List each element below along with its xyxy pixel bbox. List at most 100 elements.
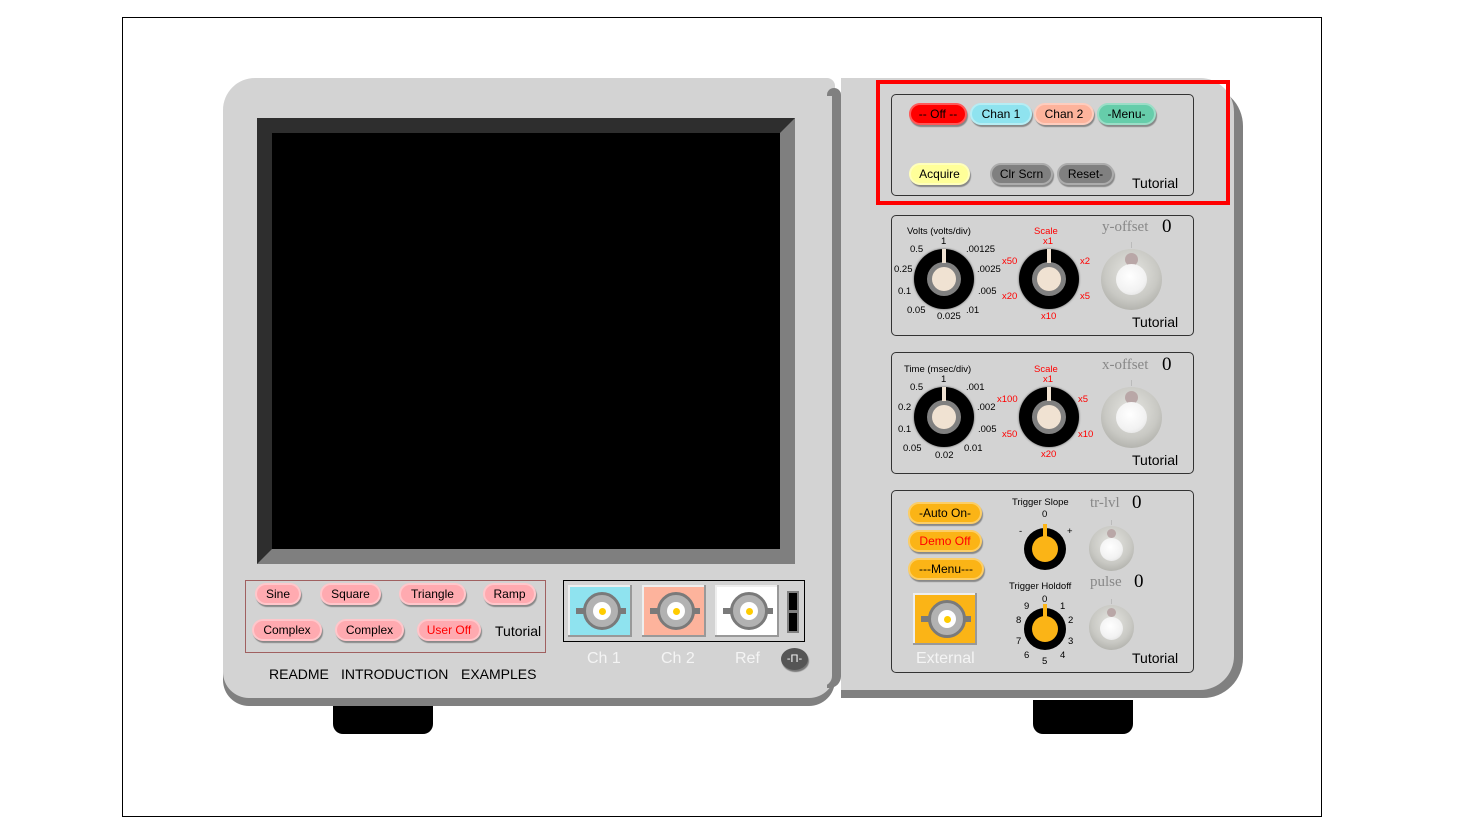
chassis-divider-inner: [822, 96, 832, 686]
time-label: .002: [977, 402, 996, 413]
menu-button[interactable]: -Menu-: [1097, 103, 1156, 125]
auto-button[interactable]: -Auto On-: [908, 502, 982, 524]
ch2-label: Ch 2: [661, 650, 695, 667]
holdoff-label: 2: [1068, 615, 1074, 626]
trigger-tutorial-link[interactable]: Tutorial: [1132, 650, 1178, 666]
time-scale-dial[interactable]: [1019, 387, 1079, 447]
holdoff-label: 3: [1068, 636, 1074, 647]
time-dial[interactable]: [914, 387, 974, 447]
volts-label: 0.025: [937, 311, 961, 322]
volts-scale-dial[interactable]: [1019, 249, 1079, 309]
pulse-output-button[interactable]: -Π-: [781, 648, 808, 670]
clear-screen-button[interactable]: Clr Scrn: [990, 163, 1053, 185]
ch2-connector[interactable]: [642, 585, 706, 637]
acquire-button[interactable]: Acquire: [909, 163, 970, 185]
time-label: .005: [978, 424, 997, 435]
demo-button[interactable]: Demo Off: [908, 530, 982, 552]
introduction-link[interactable]: INTRODUCTION: [341, 666, 448, 682]
tr-lvl-knob[interactable]: [1089, 520, 1134, 571]
bnc-connector-icon: [928, 600, 966, 638]
examples-link[interactable]: EXAMPLES: [461, 666, 536, 682]
tr-lvl-label: tr-lvl: [1090, 495, 1120, 511]
time-tutorial-link[interactable]: Tutorial: [1132, 452, 1178, 468]
pulse-value: 0: [1134, 571, 1144, 592]
time-scale-label: x1: [1043, 374, 1054, 385]
time-scale-label: x20: [1041, 449, 1057, 460]
holdoff-label: 1: [1060, 601, 1066, 612]
volts-tutorial-link[interactable]: Tutorial: [1132, 314, 1178, 330]
time-label: 0.01: [964, 443, 983, 454]
volts-scale-label: x5: [1080, 291, 1091, 302]
power-off-button[interactable]: -- Off --: [909, 103, 967, 125]
time-label: 0.2: [898, 402, 912, 413]
volts-label: 1: [941, 236, 947, 247]
volts-label: .005: [978, 286, 997, 297]
complex2-button[interactable]: Complex: [335, 619, 404, 641]
external-label: External: [916, 650, 975, 667]
right-foot: [1033, 700, 1133, 734]
time-label: 0.05: [903, 443, 922, 454]
ch1-label: Ch 1: [587, 650, 621, 667]
volts-scale-label: x2: [1080, 256, 1091, 267]
external-connector[interactable]: [913, 593, 977, 645]
waveform-tutorial-link[interactable]: Tutorial: [495, 623, 541, 639]
time-title: Time (msec/div): [904, 364, 972, 375]
ramp-button[interactable]: Ramp: [483, 583, 536, 605]
triangle-button[interactable]: Triangle: [399, 583, 466, 605]
holdoff-label: 8: [1016, 615, 1022, 626]
x-offset-value: 0: [1162, 354, 1172, 375]
volts-label: 0.5: [910, 244, 924, 255]
screen-bezel-bottom: [257, 549, 795, 564]
ch1-connector[interactable]: [568, 585, 632, 637]
volts-label: 0.05: [907, 305, 926, 316]
trigger-holdoff-title: Trigger Holdoff: [1009, 581, 1072, 592]
trigger-slope-title: Trigger Slope: [1012, 497, 1069, 508]
trigger-slope-knob[interactable]: [1024, 524, 1066, 570]
complex1-button[interactable]: Complex: [252, 619, 322, 641]
oscilloscope-screen[interactable]: [272, 133, 780, 549]
volts-label: .0025: [977, 264, 1001, 275]
slope-label: 0: [1042, 509, 1048, 520]
chan2-button[interactable]: Chan 2: [1034, 103, 1094, 125]
holdoff-label: 6: [1024, 650, 1030, 661]
reset-button[interactable]: Reset-: [1057, 163, 1114, 185]
time-label: 1: [941, 374, 947, 385]
time-scale-label: x50: [1002, 429, 1018, 440]
time-label: .001: [966, 382, 985, 393]
holdoff-label: 9: [1024, 601, 1030, 612]
pulse-knob[interactable]: [1089, 599, 1134, 650]
user-off-button[interactable]: User Off: [417, 619, 481, 641]
volts-scale-label: x1: [1043, 236, 1054, 247]
trigger-menu-button[interactable]: ---Menu---: [908, 558, 984, 580]
bnc-connector-icon: [657, 592, 695, 630]
volts-label: .01: [966, 305, 980, 316]
volts-label: 0.1: [898, 286, 912, 297]
tr-lvl-value: 0: [1132, 492, 1142, 513]
y-offset-knob[interactable]: [1101, 242, 1162, 310]
time-scale-label: x100: [997, 394, 1018, 405]
y-offset-label: y-offset: [1102, 219, 1149, 235]
time-label: 0.5: [910, 382, 924, 393]
volts-label: 0.25: [894, 264, 913, 275]
control-tutorial-link[interactable]: Tutorial: [1132, 175, 1178, 191]
trigger-holdoff-knob[interactable]: [1024, 604, 1066, 650]
bnc-connector-icon: [730, 592, 768, 630]
left-foot: [333, 700, 433, 734]
sine-button[interactable]: Sine: [255, 583, 301, 605]
ref-switch[interactable]: [787, 591, 799, 633]
volts-scale-label: x10: [1041, 311, 1057, 322]
time-label: 0.1: [898, 424, 912, 435]
holdoff-label: 5: [1042, 656, 1048, 667]
x-offset-knob[interactable]: [1101, 380, 1162, 448]
volts-title: Volts (volts/div): [907, 226, 971, 237]
readme-link[interactable]: README: [269, 666, 329, 682]
time-scale-label: x5: [1078, 394, 1089, 405]
pulse-label: pulse: [1090, 574, 1122, 590]
square-button[interactable]: Square: [320, 583, 381, 605]
y-offset-value: 0: [1162, 216, 1172, 237]
volts-dial[interactable]: [914, 249, 974, 309]
ref-connector[interactable]: [715, 585, 779, 637]
bnc-connector-icon: [583, 592, 621, 630]
holdoff-label: 4: [1060, 650, 1066, 661]
chan1-button[interactable]: Chan 1: [970, 103, 1032, 125]
